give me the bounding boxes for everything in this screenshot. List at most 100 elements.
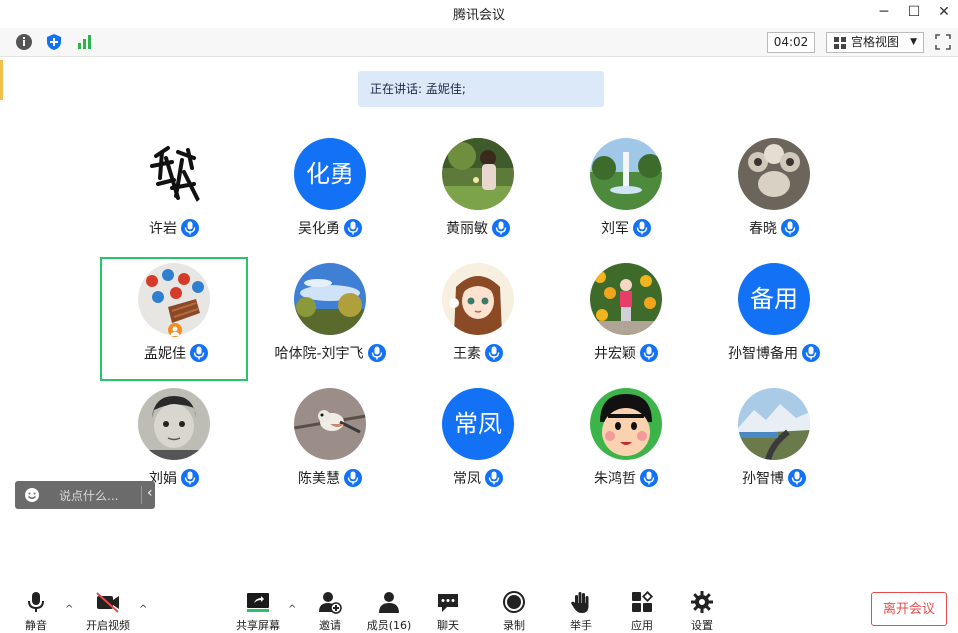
participant-name-row: 陈美慧 bbox=[256, 468, 404, 488]
participant-name: 刘军 bbox=[601, 221, 629, 237]
divider bbox=[141, 486, 142, 504]
signal-strength-icon[interactable] bbox=[74, 32, 94, 52]
add-user-icon bbox=[319, 592, 342, 614]
chat-quick-input[interactable]: 说点什么... ‹ bbox=[15, 481, 155, 509]
members-label: 成员(16) bbox=[366, 619, 412, 632]
security-shield-icon[interactable] bbox=[44, 32, 64, 52]
participant-tile[interactable]: 陈美慧 bbox=[256, 382, 404, 506]
edge-marker bbox=[0, 60, 3, 100]
share-options-chevron-icon[interactable]: ^ bbox=[288, 604, 296, 615]
participant-name-row: 孙智博 bbox=[700, 468, 848, 488]
participant-name: 吴化勇 bbox=[298, 221, 340, 237]
microphone-status-icon bbox=[344, 469, 362, 487]
chat-bubble-icon bbox=[438, 594, 458, 612]
video-options-chevron-icon[interactable]: ^ bbox=[139, 604, 147, 615]
maximize-button[interactable]: ☐ bbox=[902, 2, 926, 22]
info-icon[interactable] bbox=[14, 32, 34, 52]
settings-label: 设置 bbox=[691, 619, 713, 632]
participant-name-row: 常凤 bbox=[404, 468, 552, 488]
audio-options-chevron-icon[interactable]: ^ bbox=[65, 604, 73, 615]
participant-tile[interactable]: 黄丽敏 bbox=[404, 132, 552, 256]
start-video-button[interactable]: 开启视频 bbox=[78, 590, 138, 633]
record-label: 录制 bbox=[503, 619, 525, 632]
start-video-label: 开启视频 bbox=[86, 619, 130, 632]
participant-tile[interactable]: 朱鸿哲 bbox=[552, 382, 700, 506]
microphone-status-icon bbox=[344, 219, 362, 237]
microphone-icon bbox=[28, 592, 44, 612]
settings-button[interactable]: 设置 bbox=[672, 590, 732, 633]
members-button[interactable]: 成员(16) bbox=[359, 590, 419, 633]
share-screen-label: 共享屏幕 bbox=[236, 619, 280, 632]
microphone-status-icon bbox=[802, 344, 820, 362]
gear-icon bbox=[691, 591, 713, 613]
view-mode-dropdown[interactable]: 宫格视图 ▼ bbox=[826, 32, 924, 53]
photo-child-flowers bbox=[590, 263, 662, 335]
participant-tile[interactable]: 王素 bbox=[404, 257, 552, 381]
text-avatar: 化勇 bbox=[294, 138, 366, 210]
participant-name: 陈美慧 bbox=[298, 471, 340, 487]
participant-tile[interactable]: 备用孙智博备用 bbox=[700, 257, 848, 381]
microphone-status-icon bbox=[640, 469, 658, 487]
close-button[interactable]: ✕ bbox=[932, 2, 956, 22]
participant-name: 朱鸿哲 bbox=[594, 471, 636, 487]
chevron-down-icon: ▼ bbox=[910, 37, 917, 47]
microphone-status-icon bbox=[640, 344, 658, 362]
record-icon bbox=[503, 591, 525, 613]
photo-sky-trees bbox=[294, 263, 366, 335]
participant-name: 许岩 bbox=[149, 221, 177, 237]
chat-placeholder: 说点什么... bbox=[59, 489, 119, 503]
leave-meeting-button[interactable]: 离开会议 bbox=[871, 592, 947, 626]
participant-tile[interactable]: 许岩 bbox=[100, 132, 248, 256]
photo-bird bbox=[294, 388, 366, 460]
participant-name: 井宏颖 bbox=[594, 346, 636, 362]
microphone-status-icon bbox=[367, 344, 386, 362]
participant-tile[interactable]: 孟妮佳 bbox=[100, 257, 248, 381]
participant-tile[interactable]: 刘军 bbox=[552, 132, 700, 256]
members-icon bbox=[379, 592, 399, 613]
participant-name: 黄丽敏 bbox=[446, 221, 488, 237]
microphone-status-icon bbox=[633, 219, 651, 237]
share-screen-button[interactable]: 共享屏幕 bbox=[228, 590, 288, 633]
speaking-indicator: 正在讲话: 孟妮佳; bbox=[358, 71, 604, 107]
emoji-icon[interactable] bbox=[24, 487, 40, 503]
microphone-status-icon bbox=[181, 219, 199, 237]
mute-button[interactable]: 静音 bbox=[6, 590, 66, 633]
window-title: 腾讯会议 bbox=[452, 8, 505, 23]
participant-tile[interactable]: 孙智博 bbox=[700, 382, 848, 506]
minimize-button[interactable]: ─ bbox=[872, 2, 896, 22]
participant-tile[interactable]: 井宏颖 bbox=[552, 257, 700, 381]
apps-button[interactable]: 应用 bbox=[612, 590, 672, 633]
share-screen-icon bbox=[247, 593, 269, 612]
participant-tile[interactable]: 常凤 常凤 bbox=[404, 382, 552, 506]
chat-button[interactable]: 聊天 bbox=[418, 590, 478, 633]
participant-name-row: 春晓 bbox=[700, 218, 848, 238]
invite-label: 邀请 bbox=[319, 619, 341, 632]
fullscreen-icon[interactable] bbox=[933, 32, 953, 52]
participant-name-row: 黄丽敏 bbox=[404, 218, 552, 238]
photo-fountain bbox=[590, 138, 662, 210]
raise-hand-button[interactable]: 举手 bbox=[551, 590, 611, 633]
participant-tile[interactable]: 化勇吴化勇 bbox=[256, 132, 404, 256]
photo-cat-paw bbox=[738, 138, 810, 210]
hand-icon bbox=[571, 592, 589, 613]
chat-label: 聊天 bbox=[437, 619, 459, 632]
participant-name: 孙智博备用 bbox=[728, 346, 798, 362]
bottom-toolbar: 静音 ^ 开启视频 ^ 共享屏幕 ^ 邀请 成员(16) 聊天 录制 举手 应用… bbox=[0, 578, 958, 633]
participant-name-row: 朱鸿哲 bbox=[552, 468, 700, 488]
participant-name: 孟妮佳 bbox=[144, 346, 186, 362]
participant-name: 王素 bbox=[453, 346, 481, 362]
microphone-status-icon bbox=[485, 344, 503, 362]
record-button[interactable]: 录制 bbox=[484, 590, 544, 633]
microphone-status-icon bbox=[788, 469, 806, 487]
participant-name: 哈体院-刘宇飞 bbox=[274, 346, 364, 362]
meeting-timer: 04:02 bbox=[767, 32, 815, 53]
text-avatar: 备用 bbox=[738, 263, 810, 335]
participant-tile[interactable]: 春晓 bbox=[700, 132, 848, 256]
collapse-chevron-icon[interactable]: ‹ bbox=[147, 485, 153, 501]
calligraphy-avatar bbox=[138, 138, 210, 210]
video-off-icon bbox=[96, 592, 119, 613]
microphone-status-icon bbox=[781, 219, 799, 237]
participant-tile[interactable]: 哈体院-刘宇飞 bbox=[256, 257, 404, 381]
invite-button[interactable]: 邀请 bbox=[300, 590, 360, 633]
anime-girl bbox=[442, 263, 514, 335]
